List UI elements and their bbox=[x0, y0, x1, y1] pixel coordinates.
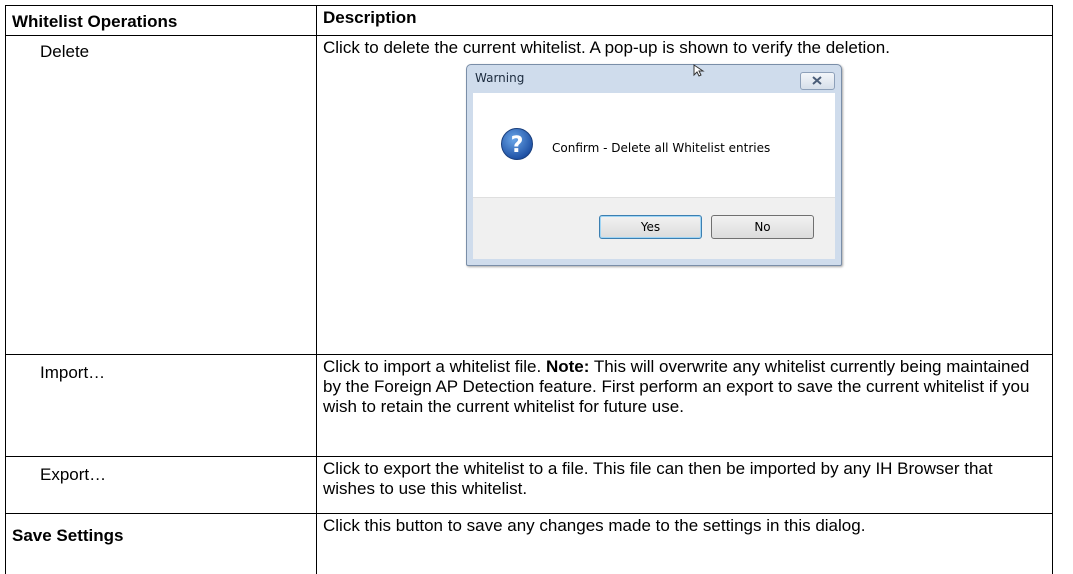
warning-dialog: Warning ? Confirm - Delete all Whitelist… bbox=[466, 64, 842, 266]
table-row: Import… Click to import a whitelist file… bbox=[5, 354, 1053, 457]
description-cell: Click to delete the current whitelist. A… bbox=[316, 35, 1053, 355]
operation-import: Import… bbox=[5, 354, 317, 457]
yes-button[interactable]: Yes bbox=[599, 215, 702, 239]
dialog-body: ? Confirm - Delete all Whitelist entries bbox=[473, 93, 835, 197]
table-row: Save Settings Click this button to save … bbox=[5, 513, 1053, 574]
close-icon[interactable] bbox=[800, 72, 835, 90]
note-label: Note: bbox=[545, 357, 590, 376]
dialog-message: Confirm - Delete all Whitelist entries bbox=[552, 141, 771, 155]
table-header-row: Whitelist Operations Description bbox=[5, 5, 1053, 36]
description-text: Click to import a whitelist file. bbox=[323, 357, 546, 376]
operation-save-settings: Save Settings bbox=[5, 513, 317, 574]
table-row: Delete Click to delete the current white… bbox=[5, 35, 1053, 355]
question-icon: ? bbox=[500, 127, 534, 166]
no-button[interactable]: No bbox=[711, 215, 814, 239]
description-save-settings: Click this button to save any changes ma… bbox=[316, 513, 1053, 574]
dialog-title: Warning bbox=[475, 71, 525, 85]
operation-export: Export… bbox=[5, 456, 317, 514]
whitelist-operations-table: Whitelist Operations Description Delete … bbox=[5, 5, 1053, 574]
svg-text:?: ? bbox=[511, 133, 524, 158]
table-row: Export… Click to export the whitelist to… bbox=[5, 456, 1053, 514]
description-import: Click to import a whitelist file. Note: … bbox=[316, 354, 1053, 457]
cursor-icon bbox=[692, 63, 706, 83]
header-description: Description bbox=[316, 5, 1053, 36]
description-delete: Click to delete the current whitelist. A… bbox=[323, 38, 890, 57]
operation-delete: Delete bbox=[5, 35, 317, 355]
dialog-footer: Yes No bbox=[473, 197, 835, 259]
description-export: Click to export the whitelist to a file.… bbox=[316, 456, 1053, 514]
header-operations: Whitelist Operations bbox=[5, 5, 317, 36]
